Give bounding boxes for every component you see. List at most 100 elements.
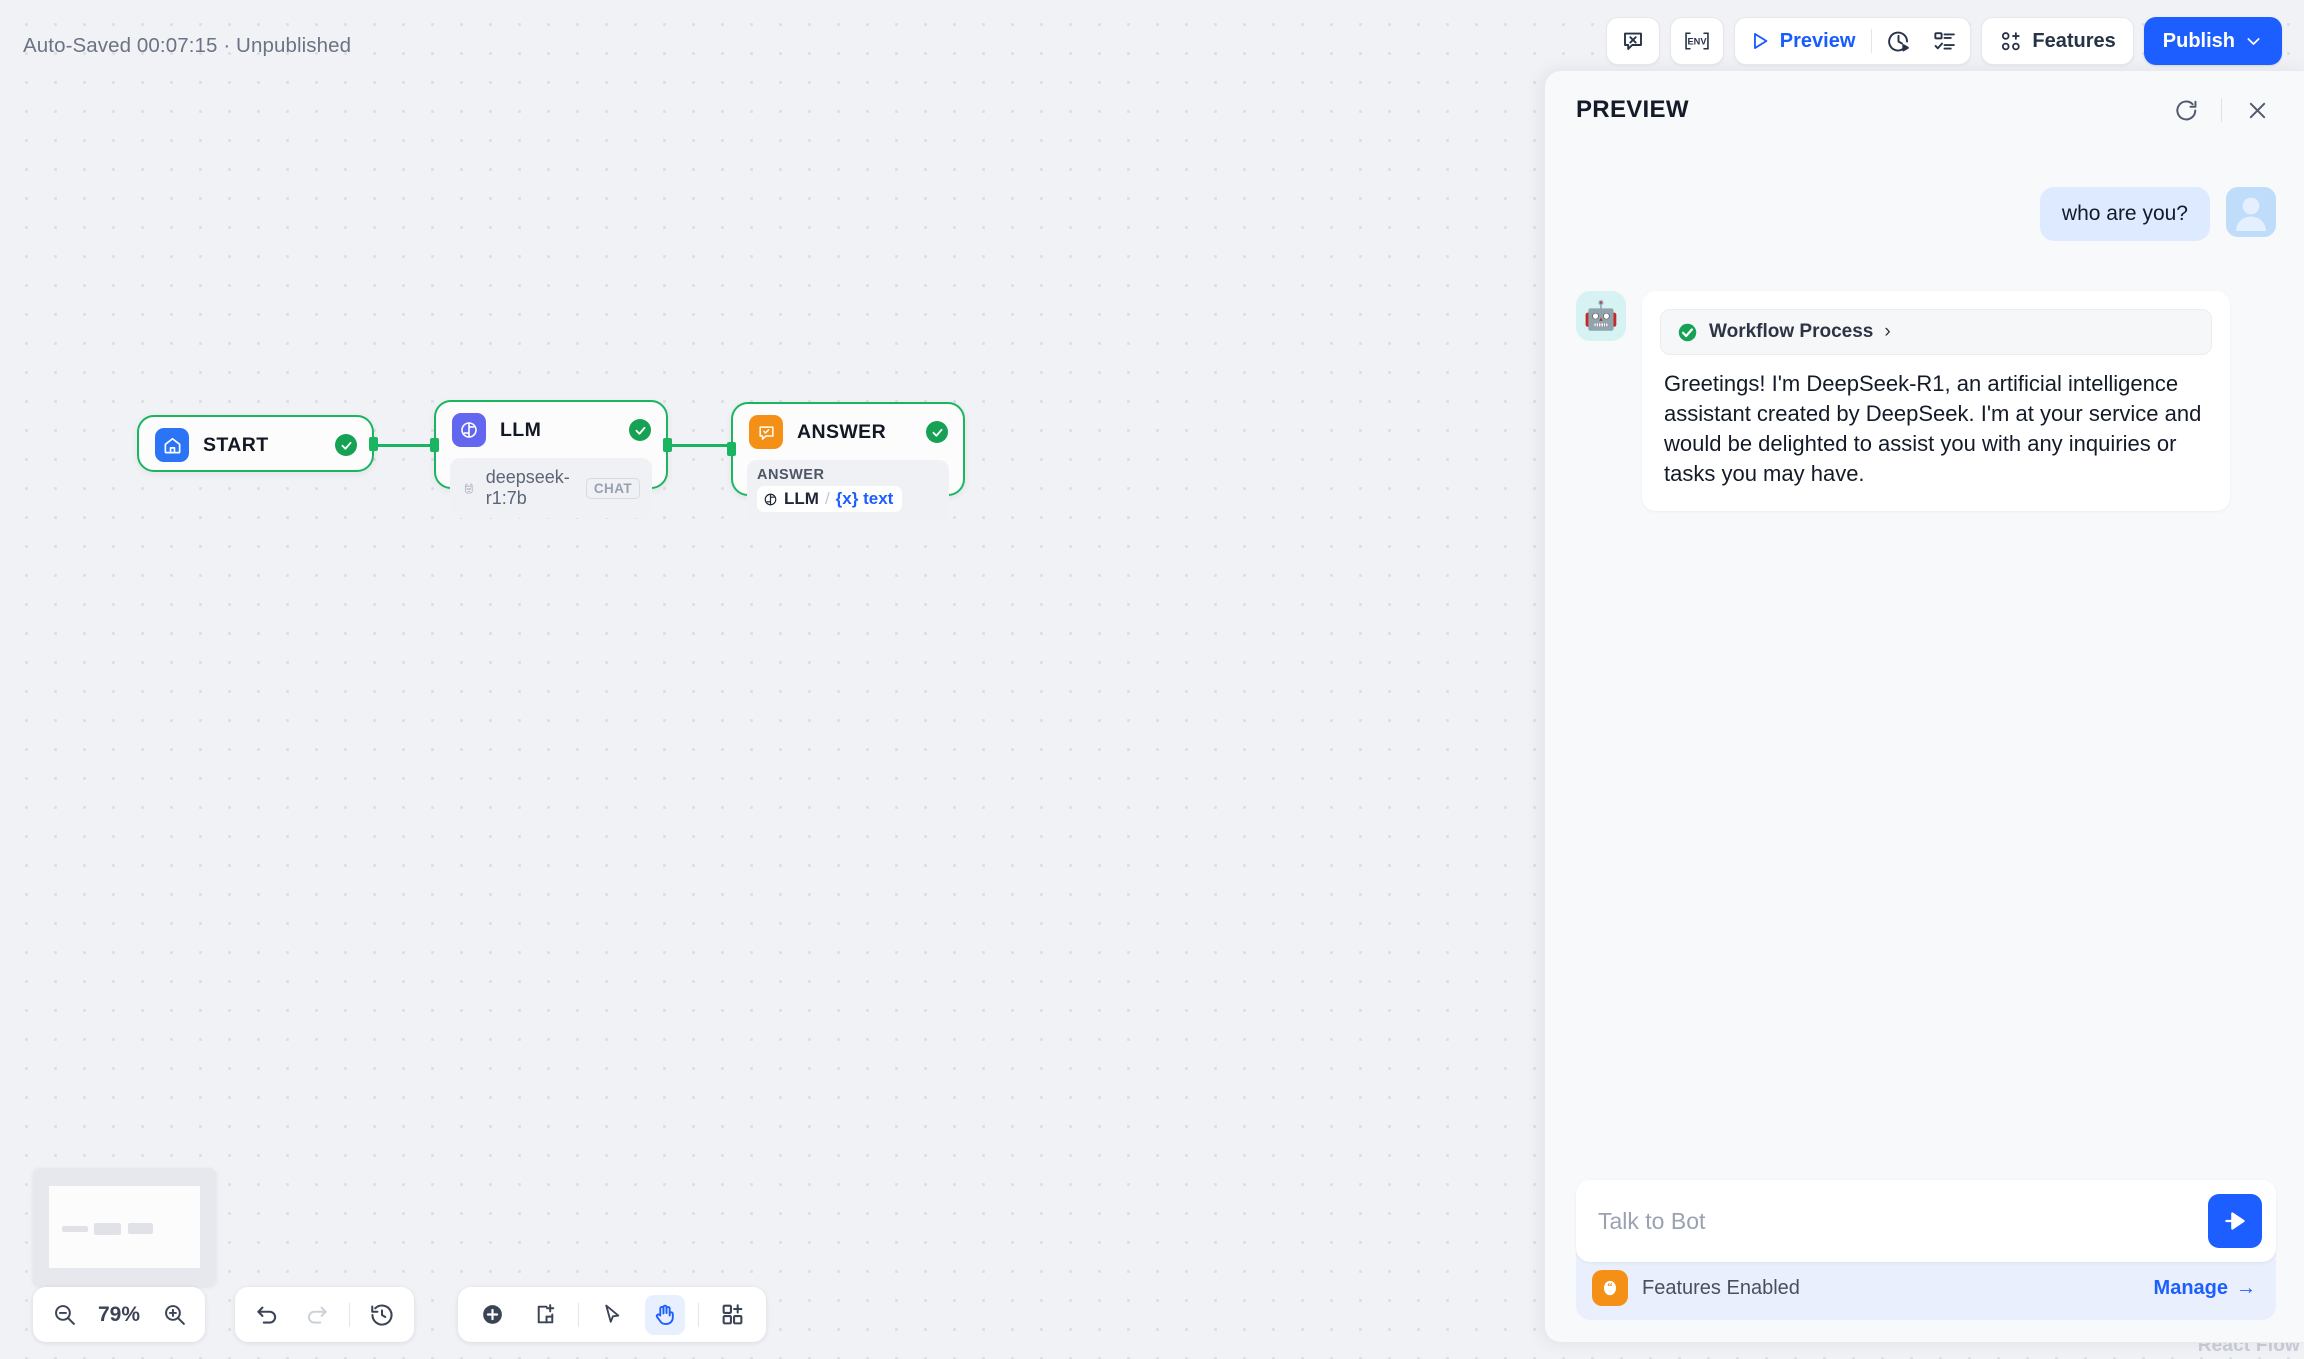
arrow-right-icon: → — [2236, 1276, 2256, 1299]
node-start-header: START — [139, 417, 372, 473]
model-selector[interactable]: deepseek-r1:7b CHAT — [450, 458, 652, 518]
chat-composer: “ Features Enabled Manage → — [1545, 1180, 2304, 1342]
home-icon — [155, 428, 189, 462]
minimap-node — [94, 1223, 121, 1235]
features-button[interactable]: Features — [1981, 17, 2134, 65]
node-llm-status-icon — [629, 419, 651, 441]
undo-icon[interactable] — [249, 1297, 285, 1333]
autosave-status: Auto-Saved 00:07:15 · Unpublished — [23, 34, 352, 57]
quote-icon: “ — [1592, 1270, 1628, 1306]
answer-variable-separator: / — [824, 489, 830, 508]
restart-icon[interactable] — [2167, 91, 2205, 129]
chat-input-box[interactable] — [1576, 1180, 2276, 1262]
preview-panel: PREVIEW who are you? 🤖 Workflow Process … — [1544, 70, 2304, 1343]
workflow-status-icon — [1677, 322, 1698, 343]
user-avatar — [2226, 187, 2276, 237]
workflow-process-chip[interactable]: Workflow Process › — [1660, 309, 2212, 355]
add-user-icon — [2002, 31, 2021, 50]
answer-output-label: ANSWER — [757, 467, 825, 483]
preview-panel-title: PREVIEW — [1576, 96, 1689, 123]
node-llm-title: LLM — [500, 418, 542, 441]
manage-label: Manage — [2153, 1276, 2228, 1299]
answer-output-box[interactable]: ANSWER LLM / {x} text — [747, 460, 949, 521]
preview-button-label: Preview — [1779, 29, 1856, 52]
zoom-controls[interactable]: 79% — [33, 1287, 205, 1342]
panel-header-divider — [2221, 98, 2222, 122]
node-llm-output-handle[interactable] — [663, 437, 672, 452]
node-start-status-icon — [335, 434, 357, 456]
preview-button[interactable]: Preview — [1749, 30, 1866, 53]
llm-source-icon — [764, 493, 777, 505]
top-actions: ENV Preview Features Publish — [1605, 17, 2282, 65]
zoom-in-icon[interactable] — [156, 1297, 192, 1333]
node-llm-body: deepseek-r1:7b CHAT — [436, 458, 666, 532]
node-answer[interactable]: ANSWER ANSWER LLM / {x} text — [727, 402, 965, 521]
zoom-out-icon[interactable] — [46, 1297, 82, 1333]
workflow-process-label: Workflow Process — [1709, 321, 1874, 342]
features-button-label: Features — [2032, 29, 2116, 52]
node-llm-header: LLM — [436, 402, 666, 458]
chat-messages: who are you? 🤖 Workflow Process › Greeti… — [1545, 149, 2304, 1180]
robot-avatar: 🤖 — [1576, 291, 1626, 341]
add-node-icon[interactable] — [472, 1295, 512, 1335]
edge-start-llm — [374, 444, 436, 447]
chat-message-user: who are you? — [1576, 187, 2276, 241]
model-type-tag: CHAT — [585, 477, 640, 499]
tool-controls[interactable] — [458, 1287, 766, 1342]
chat-variable-icon[interactable] — [1605, 17, 1660, 65]
bot-message-text: Greetings! I'm DeepSeek-R1, an artificia… — [1664, 371, 2202, 486]
user-message-text: who are you? — [2039, 187, 2210, 241]
publish-button-label: Publish — [2162, 29, 2235, 52]
add-note-icon[interactable] — [525, 1295, 565, 1335]
chevron-down-icon — [2247, 37, 2260, 45]
minimap-node — [62, 1226, 88, 1232]
history-controls[interactable] — [235, 1287, 414, 1342]
play-icon — [1753, 33, 1768, 49]
node-answer-input-handle[interactable] — [727, 442, 736, 456]
node-answer-status-icon — [926, 421, 948, 443]
answer-variable-chip[interactable]: LLM / {x} text — [757, 486, 903, 512]
tool-divider-2 — [698, 1302, 699, 1327]
ollama-llama-icon — [464, 483, 473, 494]
preview-group: Preview — [1733, 17, 1972, 65]
history-divider — [349, 1302, 350, 1327]
manage-features-link[interactable]: Manage → — [2154, 1277, 2256, 1300]
features-enabled-label: Features Enabled — [1642, 1276, 1800, 1299]
edge-llm-answer — [668, 444, 732, 447]
pointer-icon[interactable] — [592, 1295, 632, 1335]
chat-message-bot: 🤖 Workflow Process › Greetings! I'm Deep… — [1576, 291, 2276, 511]
node-answer-body: ANSWER LLM / {x} text — [733, 460, 963, 535]
env-icon[interactable]: ENV — [1669, 17, 1724, 65]
minimap[interactable] — [33, 1168, 216, 1286]
add-block-icon[interactable] — [712, 1295, 752, 1335]
minimap-viewport — [49, 1186, 200, 1268]
publish-button[interactable]: Publish — [2143, 17, 2282, 65]
bot-message-bubble: Workflow Process › Greetings! I'm DeepSe… — [1642, 291, 2230, 511]
chat-input[interactable] — [1598, 1207, 2208, 1235]
checklist-icon[interactable] — [1924, 21, 1964, 61]
minimap-node — [128, 1223, 153, 1234]
answer-variable-name: {x} text — [835, 489, 894, 508]
hand-tool-icon[interactable] — [645, 1294, 685, 1335]
preview-divider — [1871, 29, 1873, 53]
node-answer-title: ANSWER — [797, 420, 887, 443]
version-history-icon[interactable] — [364, 1297, 400, 1333]
preview-panel-header: PREVIEW — [1545, 71, 2304, 149]
node-llm-input-handle[interactable] — [430, 437, 439, 452]
chevron-right-icon: › — [1884, 321, 1891, 342]
node-start-output-handle[interactable] — [369, 436, 378, 451]
answer-icon — [749, 415, 783, 449]
node-start-title: START — [203, 433, 269, 456]
send-button[interactable] — [2208, 1194, 2262, 1248]
send-icon — [2225, 1212, 2245, 1230]
llm-icon — [452, 413, 486, 447]
svg-text:“: “ — [1607, 1281, 1613, 1293]
run-history-icon[interactable] — [1878, 21, 1918, 61]
close-icon[interactable] — [2238, 91, 2276, 129]
zoom-level[interactable]: 79% — [92, 1303, 146, 1327]
redo-icon[interactable] — [299, 1297, 335, 1333]
node-llm[interactable]: LLM deepseek-r1:7b CHAT — [430, 400, 672, 518]
model-name: deepseek-r1:7b — [485, 467, 570, 508]
svg-text:ENV: ENV — [1687, 37, 1707, 47]
node-start[interactable]: START — [137, 415, 378, 473]
